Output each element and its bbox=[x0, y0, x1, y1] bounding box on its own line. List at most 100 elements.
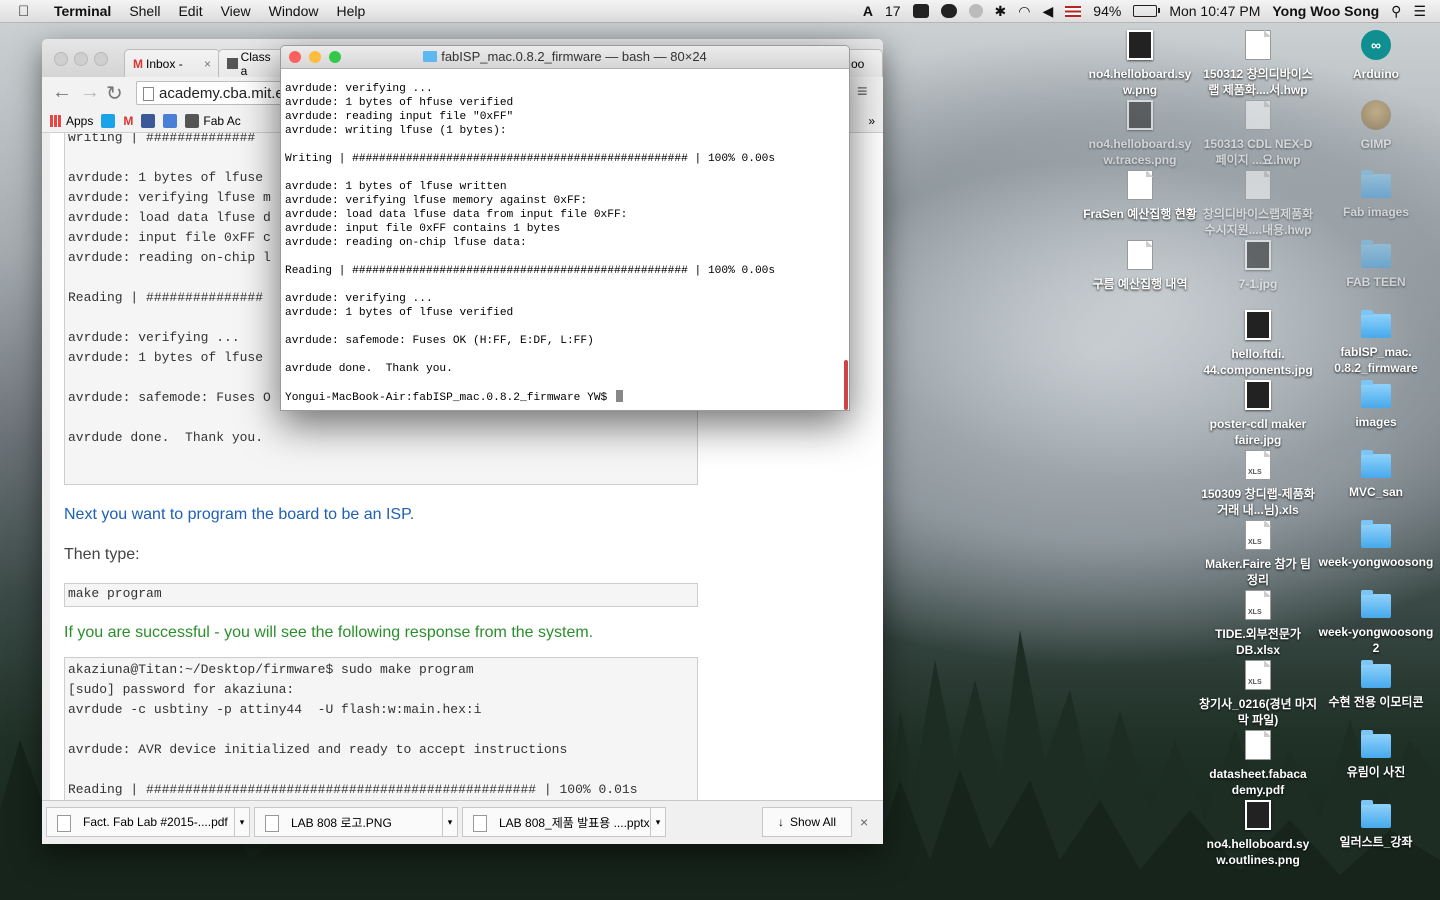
bookmark-calendar[interactable] bbox=[163, 113, 178, 128]
menu-view[interactable]: View bbox=[221, 3, 251, 19]
desktop-icon[interactable]: 150312 창의디바이스랩 제품화....서.hwp bbox=[1199, 30, 1317, 98]
chevron-down-icon[interactable]: ▾ bbox=[234, 808, 249, 836]
scrollbar[interactable] bbox=[843, 68, 849, 410]
desktop-icon[interactable]: fabISP_mac. 0.8.2_firmware bbox=[1317, 310, 1435, 376]
apple-icon[interactable]:  bbox=[18, 3, 38, 20]
tab-inbox[interactable]: M Inbox - × bbox=[124, 49, 220, 77]
desktop-icon[interactable]: GIMP bbox=[1317, 100, 1435, 152]
evernote-icon[interactable] bbox=[912, 4, 929, 18]
close-downloads-icon[interactable]: × bbox=[860, 814, 868, 830]
scrollbar-thumb[interactable] bbox=[844, 360, 848, 410]
bookmark-2[interactable] bbox=[101, 113, 116, 128]
desktop-icon[interactable]: 7-1.jpg bbox=[1199, 240, 1317, 292]
reload-icon[interactable]: ↻ bbox=[106, 81, 123, 106]
desktop-icon[interactable]: FraSen 예산집행 현황 bbox=[1081, 170, 1199, 222]
code-line: avrdude: AVR device initialized and read… bbox=[68, 742, 568, 757]
terminal-line: avrdude: verifying ... bbox=[285, 83, 433, 95]
desktop-icon[interactable]: ∞ Arduino bbox=[1317, 30, 1435, 82]
desktop-icon[interactable]: 창의디바이스랩제품화 수시지원....내용.hwp bbox=[1199, 170, 1317, 238]
volume-icon[interactable]: ◀ bbox=[1043, 3, 1054, 20]
close-icon[interactable] bbox=[54, 52, 68, 66]
terminal-line: avrdude: writing lfuse (1 bytes): bbox=[285, 125, 507, 137]
messages-icon[interactable] bbox=[968, 4, 983, 18]
bookmark-gmail[interactable]: M bbox=[123, 114, 133, 128]
tab-close-icon[interactable]: × bbox=[204, 57, 211, 71]
more-bookmarks-icon[interactable]: » bbox=[868, 114, 875, 128]
bookmark-apps[interactable]: Apps bbox=[50, 114, 93, 128]
command-text: make program bbox=[68, 586, 162, 601]
tab-label: oo bbox=[851, 56, 865, 71]
chevron-down-icon[interactable]: ▾ bbox=[650, 808, 665, 836]
desktop-icon[interactable]: hello.ftdi. 44.components.jpg bbox=[1199, 310, 1317, 378]
terminal-window[interactable]: fabISP_mac.0.8.2_firmware — bash — 80×24… bbox=[280, 45, 850, 411]
terminal-prompt-line[interactable]: Yongui-MacBook-Air:fabISP_mac.0.8.2_firm… bbox=[285, 390, 775, 404]
user-name[interactable]: Yong Woo Song bbox=[1272, 3, 1379, 19]
search-icon[interactable]: ⚲ bbox=[1391, 3, 1401, 20]
bookmark-facebook[interactable] bbox=[141, 113, 156, 128]
menu-help[interactable]: Help bbox=[336, 3, 365, 19]
desktop-icon[interactable]: 구름 예산집행 내역 bbox=[1081, 240, 1199, 292]
download-item-png[interactable]: LAB 808 로고.PNG ▾ bbox=[254, 807, 458, 837]
desktop-icon[interactable]: 창기사_0216(경년 마지막 파일) bbox=[1199, 660, 1317, 728]
status-area: A 17 ✱ ◠ ◀ 94% Mon 10:47 PM Yong Woo Son… bbox=[863, 0, 1426, 22]
wifi-icon[interactable]: ◠ bbox=[1018, 3, 1030, 20]
desktop-icon[interactable]: 150309 창디랩-제품화 거래 내...님).xls bbox=[1199, 450, 1317, 518]
desktop-icon[interactable]: week-yongwoosong 2 bbox=[1317, 590, 1435, 656]
tab-class[interactable]: Class a bbox=[218, 49, 288, 78]
gmail-icon: M bbox=[133, 56, 143, 71]
terminal-line: avrdude: 1 bytes of lfuse verified bbox=[285, 307, 514, 319]
desktop-icon-label: week-yongwoosong 2 bbox=[1318, 625, 1434, 655]
desktop-icon[interactable]: no4.helloboard.sy w.outlines.png bbox=[1199, 800, 1317, 868]
image-file-icon bbox=[1127, 30, 1153, 60]
terminal-output[interactable]: avrdude: verifying ... avrdude: 1 bytes o… bbox=[285, 82, 775, 404]
download-arrow-icon: ↓ bbox=[777, 815, 784, 829]
zoom-icon[interactable] bbox=[329, 51, 341, 63]
zoom-icon[interactable] bbox=[94, 52, 108, 66]
menu-window[interactable]: Window bbox=[269, 3, 319, 19]
desktop-icon[interactable]: poster-cdl maker faire.jpg bbox=[1199, 380, 1317, 448]
terminal-titlebar[interactable]: fabISP_mac.0.8.2_firmware — bash — 80×24 bbox=[281, 46, 849, 69]
desktop-icon[interactable]: Fab images bbox=[1317, 170, 1435, 220]
cloud-icon[interactable] bbox=[940, 4, 957, 18]
adobe-icon[interactable]: A bbox=[863, 3, 873, 19]
bluetooth-icon[interactable]: ✱ bbox=[995, 3, 1007, 20]
forward-icon[interactable]: → bbox=[80, 81, 100, 104]
menu-icon[interactable]: ≡ bbox=[857, 81, 868, 102]
clock[interactable]: Mon 10:47 PM bbox=[1169, 3, 1260, 19]
desktop-icon[interactable]: TIDE.외부전문가 DB.xlsx bbox=[1199, 590, 1317, 658]
folder-icon bbox=[423, 51, 438, 62]
back-icon[interactable]: ← bbox=[52, 81, 72, 104]
desktop-icon[interactable]: no4.helloboard.sy w.png bbox=[1081, 30, 1199, 98]
terminal-line: Reading | ##############################… bbox=[285, 265, 776, 277]
battery-icon[interactable] bbox=[1133, 5, 1161, 17]
minimize-icon[interactable] bbox=[74, 52, 88, 66]
download-item-pptx[interactable]: LAB 808_제품 발표용 ....pptx ▾ bbox=[462, 807, 666, 837]
apps-grid-icon bbox=[50, 114, 62, 127]
chevron-down-icon[interactable]: ▾ bbox=[442, 808, 457, 836]
desktop-icon-label: fabISP_mac. 0.8.2_firmware bbox=[1334, 345, 1418, 375]
terminal-line: avrdude: load data lfuse data from input… bbox=[285, 209, 628, 221]
show-all-button[interactable]: ↓ Show All bbox=[762, 807, 852, 837]
desktop-icon[interactable]: 일러스트_강좌 bbox=[1317, 800, 1435, 850]
desktop-icon[interactable]: 150313 CDL NEX-D 페이지 ...요.hwp bbox=[1199, 100, 1317, 168]
desktop-icon[interactable]: datasheet.fabaca demy.pdf bbox=[1199, 730, 1317, 798]
desktop-icon[interactable]: MVC_san bbox=[1317, 450, 1435, 500]
menu-app-name[interactable]: Terminal bbox=[54, 3, 111, 19]
spreadsheet-icon bbox=[1245, 590, 1271, 620]
desktop-icon[interactable]: 유림이 사진 bbox=[1317, 730, 1435, 780]
calendar-icon bbox=[163, 113, 178, 128]
download-item-pdf[interactable]: Fact. Fab Lab #2015-....pdf ▾ bbox=[46, 807, 250, 837]
flag-icon[interactable] bbox=[1065, 5, 1082, 17]
bookmark-fab[interactable]: Fab Ac bbox=[185, 113, 241, 128]
desktop-icon[interactable]: no4.helloboard.sy w.traces.png bbox=[1081, 100, 1199, 168]
menu-shell[interactable]: Shell bbox=[129, 3, 160, 19]
minimize-icon[interactable] bbox=[309, 51, 321, 63]
list-icon[interactable]: ☰ bbox=[1413, 3, 1426, 20]
desktop-icon[interactable]: FAB TEEN bbox=[1317, 240, 1435, 290]
desktop-icon[interactable]: Maker.Faire 참가 팀 정리 bbox=[1199, 520, 1317, 588]
desktop-icon[interactable]: images bbox=[1317, 380, 1435, 430]
desktop-icon[interactable]: 수현 전용 이모티콘 bbox=[1317, 660, 1435, 710]
desktop-icon[interactable]: week-yongwoosong bbox=[1317, 520, 1435, 570]
menu-edit[interactable]: Edit bbox=[178, 3, 202, 19]
close-icon[interactable] bbox=[289, 51, 301, 63]
